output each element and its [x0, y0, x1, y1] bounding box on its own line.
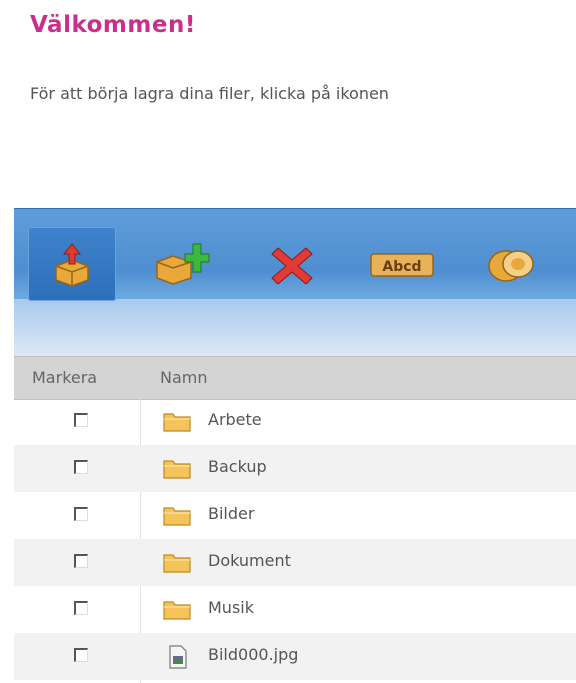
rename-abcd-icon: Abcd: [370, 253, 434, 277]
row-checkbox[interactable]: [74, 648, 88, 662]
folder-icon: [163, 554, 191, 573]
folder-icon: [163, 460, 191, 479]
upload-box-icon: [55, 243, 89, 287]
folder-icon: [163, 507, 191, 526]
table-row[interactable]: Bilder: [14, 492, 576, 539]
row-checkbox[interactable]: [74, 554, 88, 568]
image-file-icon: [169, 645, 187, 669]
toolbar-band: [14, 299, 576, 357]
item-name[interactable]: Dokument: [208, 551, 291, 570]
upload-button[interactable]: [28, 227, 116, 301]
toolbar: Abcd: [14, 208, 576, 357]
delete-button[interactable]: [248, 227, 336, 301]
welcome-title: Välkommen!: [30, 12, 196, 38]
table-row[interactable]: Dokument: [14, 539, 576, 586]
item-name[interactable]: Bilder: [208, 504, 254, 523]
rename-button[interactable]: Abcd: [358, 227, 446, 301]
table-header: Markera Namn: [14, 356, 576, 400]
folder-icon: [163, 601, 191, 620]
move-button[interactable]: [468, 227, 556, 301]
svg-text:Abcd: Abcd: [382, 259, 421, 275]
new-folder-button[interactable]: [138, 227, 226, 301]
row-checkbox[interactable]: [74, 413, 88, 427]
table-row[interactable]: Backup: [14, 445, 576, 492]
item-name[interactable]: Backup: [208, 457, 267, 476]
item-name[interactable]: Arbete: [208, 410, 262, 429]
move-icon: [488, 250, 534, 282]
item-name[interactable]: Bild000.jpg: [208, 645, 298, 664]
folder-icon: [163, 413, 191, 432]
intro-text: För att börja lagra dina filer, klicka p…: [30, 84, 389, 103]
row-checkbox[interactable]: [74, 601, 88, 615]
item-name[interactable]: Musik: [208, 598, 254, 617]
header-select[interactable]: Markera: [32, 368, 97, 387]
delete-x-icon: [271, 247, 313, 285]
row-checkbox[interactable]: [74, 460, 88, 474]
table-row[interactable]: Musik: [14, 586, 576, 633]
table-row[interactable]: Arbete: [14, 398, 576, 445]
add-folder-icon: [156, 243, 210, 285]
row-checkbox[interactable]: [74, 507, 88, 521]
table-row[interactable]: Bild000.jpg: [14, 633, 576, 680]
header-name[interactable]: Namn: [160, 368, 208, 387]
